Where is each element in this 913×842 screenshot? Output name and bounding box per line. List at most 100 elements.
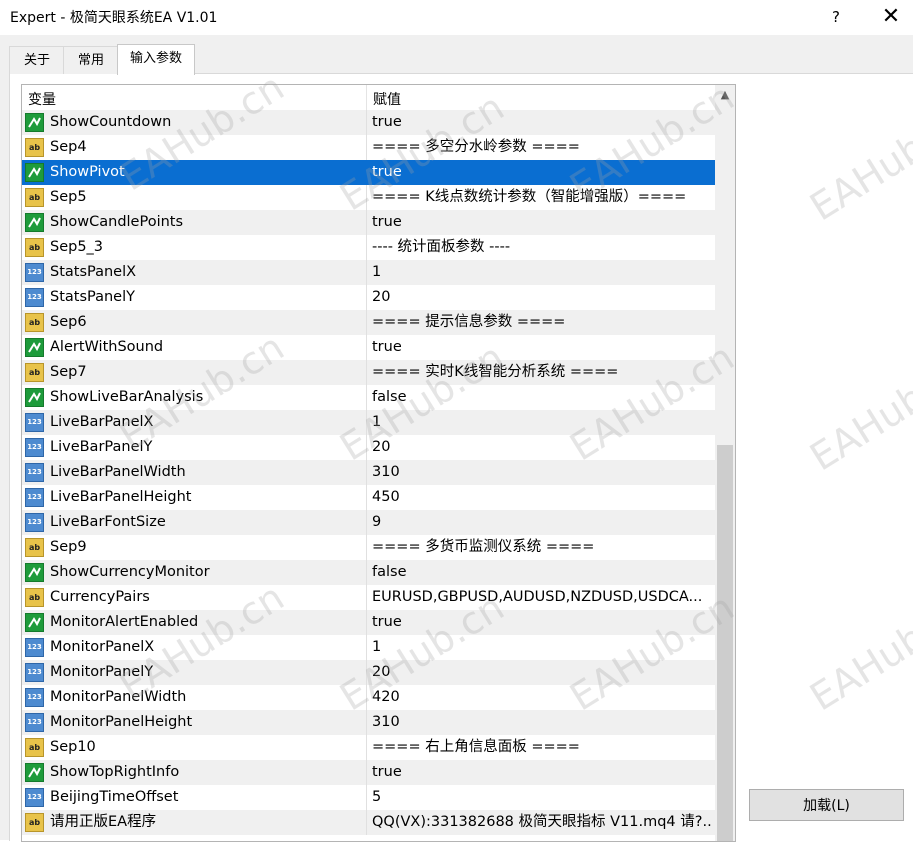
parameter-value[interactable]: 1	[372, 410, 712, 435]
parameter-row[interactable]: ShowPivot true	[22, 160, 716, 185]
cell-divider	[366, 560, 367, 585]
parameter-value[interactable]: false	[372, 560, 712, 585]
parameter-value[interactable]: ==== 多空分水岭参数 ====	[372, 135, 712, 160]
parameter-row[interactable]: MonitorAlertEnabled true	[22, 610, 716, 635]
parameter-name: LiveBarPanelWidth	[50, 464, 186, 480]
parameter-row[interactable]: 123 LiveBarPanelWidth 310	[22, 460, 716, 485]
parameter-row[interactable]: 123 BeijingTimeOffset 5	[22, 785, 716, 810]
load-button[interactable]: 加载(L)	[749, 789, 904, 821]
parameter-row[interactable]: 123 MonitorPanelX 1	[22, 635, 716, 660]
parameter-value[interactable]: 20	[372, 285, 712, 310]
parameter-name: 请用正版EA程序	[50, 814, 157, 830]
parameter-value[interactable]: EURUSD,GBPUSD,AUDUSD,NZDUSD,USDCA...	[372, 585, 712, 610]
parameter-value[interactable]: 1	[372, 635, 712, 660]
parameter-name: MonitorPanelHeight	[50, 714, 193, 730]
parameter-name: Sep9	[50, 539, 87, 555]
cell-divider	[366, 735, 367, 760]
parameter-row[interactable]: ab Sep7 ==== 实时K线智能分析系统 ====	[22, 360, 716, 385]
parameter-name: AlertWithSound	[50, 339, 164, 355]
column-header-variable[interactable]: 变量	[28, 89, 56, 109]
parameter-value[interactable]: ==== 提示信息参数 ====	[372, 310, 712, 335]
parameter-row[interactable]: ab Sep4 ==== 多空分水岭参数 ====	[22, 135, 716, 160]
tab-about[interactable]: 关于	[9, 46, 65, 74]
cell-divider	[366, 535, 367, 560]
parameter-row[interactable]: ab Sep6 ==== 提示信息参数 ====	[22, 310, 716, 335]
cell-divider	[366, 410, 367, 435]
parameter-value[interactable]: 9	[372, 510, 712, 535]
parameter-value[interactable]: ==== 右上角信息面板 ====	[372, 735, 712, 760]
parameter-value[interactable]: ==== K线点数统计参数（智能增强版）====	[372, 185, 712, 210]
parameter-name: Sep5_3	[50, 239, 104, 255]
parameter-name: Sep10	[50, 739, 96, 755]
parameter-row[interactable]: AlertWithSound true	[22, 335, 716, 360]
vertical-scrollbar[interactable]: ▲	[715, 84, 736, 842]
parameter-row[interactable]: ab Sep9 ==== 多货币监测仪系统 ====	[22, 535, 716, 560]
parameter-row[interactable]: 123 LiveBarPanelY 20	[22, 435, 716, 460]
parameter-value[interactable]: false	[372, 385, 712, 410]
parameter-name: ShowTopRightInfo	[50, 764, 180, 780]
cell-divider	[366, 485, 367, 510]
parameter-row[interactable]: ShowCandlePoints true	[22, 210, 716, 235]
parameter-row[interactable]: 123 StatsPanelY 20	[22, 285, 716, 310]
parameter-row[interactable]: ShowLiveBarAnalysis false	[22, 385, 716, 410]
parameter-value[interactable]: true	[372, 110, 712, 135]
parameter-row[interactable]: ab Sep5 ==== K线点数统计参数（智能增强版）====	[22, 185, 716, 210]
parameter-value[interactable]: 20	[372, 435, 712, 460]
parameter-value[interactable]: true	[372, 335, 712, 360]
number-123-icon: 123	[25, 713, 44, 732]
parameter-value[interactable]: ==== 多货币监测仪系统 ====	[372, 535, 712, 560]
help-button[interactable]: ?	[822, 4, 850, 30]
bool-icon	[25, 163, 44, 182]
parameter-row[interactable]: ab Sep5_3 ---- 统计面板参数 ----	[22, 235, 716, 260]
string-ab-icon: ab	[25, 238, 44, 257]
parameter-value[interactable]: ==== 实时K线智能分析系统 ====	[372, 360, 712, 385]
title-bar: Expert - 极简天眼系统EA V1.01 ? ✕	[0, 0, 913, 35]
parameter-name: BeijingTimeOffset	[50, 789, 179, 805]
parameter-row[interactable]: ab Sep10 ==== 右上角信息面板 ====	[22, 735, 716, 760]
scroll-thumb[interactable]	[717, 445, 733, 841]
parameter-row[interactable]: 123 MonitorPanelWidth 420	[22, 685, 716, 710]
parameter-row[interactable]: 123 MonitorPanelHeight 310	[22, 710, 716, 735]
parameter-value[interactable]: 20	[372, 660, 712, 685]
parameter-value[interactable]: true	[372, 610, 712, 635]
parameter-value[interactable]: true	[372, 760, 712, 785]
parameter-value[interactable]: 1	[372, 260, 712, 285]
parameter-row[interactable]: 123 LiveBarPanelHeight 450	[22, 485, 716, 510]
parameter-name: MonitorAlertEnabled	[50, 614, 199, 630]
parameter-name: StatsPanelY	[50, 289, 135, 305]
parameter-row[interactable]: ShowCountdown true	[22, 110, 716, 135]
tab-common[interactable]: 常用	[63, 46, 119, 74]
parameter-value[interactable]: 420	[372, 685, 712, 710]
parameter-value[interactable]: 450	[372, 485, 712, 510]
parameter-name: Sep4	[50, 139, 87, 155]
cell-divider	[366, 335, 367, 360]
parameter-row[interactable]: 123 MonitorPanelY 20	[22, 660, 716, 685]
parameter-value[interactable]: ---- 统计面板参数 ----	[372, 235, 712, 260]
parameter-row[interactable]: ShowTopRightInfo true	[22, 760, 716, 785]
number-123-icon: 123	[25, 663, 44, 682]
parameter-value[interactable]: 310	[372, 460, 712, 485]
column-divider[interactable]	[366, 85, 367, 110]
parameter-value[interactable]: 5	[372, 785, 712, 810]
cell-divider	[366, 285, 367, 310]
parameter-value[interactable]: QQ(VX):331382688 极简天眼指标 V11.mq4 请?..	[372, 810, 712, 835]
tab-inputs[interactable]: 输入参数	[117, 44, 195, 75]
parameter-row[interactable]: ShowCurrencyMonitor false	[22, 560, 716, 585]
grid-header: 变量 赋值	[22, 85, 716, 111]
parameter-row[interactable]: 123 StatsPanelX 1	[22, 260, 716, 285]
parameter-row[interactable]: ab CurrencyPairs EURUSD,GBPUSD,AUDUSD,NZDU…	[22, 585, 716, 610]
parameter-name: MonitorPanelWidth	[50, 689, 187, 705]
cell-divider	[366, 510, 367, 535]
parameter-name: ShowCurrencyMonitor	[50, 564, 210, 580]
parameter-row[interactable]: ab 请用正版EA程序 QQ(VX):331382688 极简天眼指标 V11.mq…	[22, 810, 716, 835]
close-button[interactable]: ✕	[876, 4, 906, 30]
parameter-value[interactable]: 310	[372, 710, 712, 735]
column-header-value[interactable]: 赋值	[373, 89, 401, 109]
parameter-row[interactable]: 123 LiveBarFontSize 9	[22, 510, 716, 535]
parameter-row[interactable]: 123 LiveBarPanelX 1	[22, 410, 716, 435]
cell-divider	[366, 310, 367, 335]
cell-divider	[366, 660, 367, 685]
scroll-up-arrow-icon[interactable]: ▲	[715, 85, 735, 105]
parameter-value[interactable]: true	[372, 160, 712, 185]
parameter-value[interactable]: true	[372, 210, 712, 235]
